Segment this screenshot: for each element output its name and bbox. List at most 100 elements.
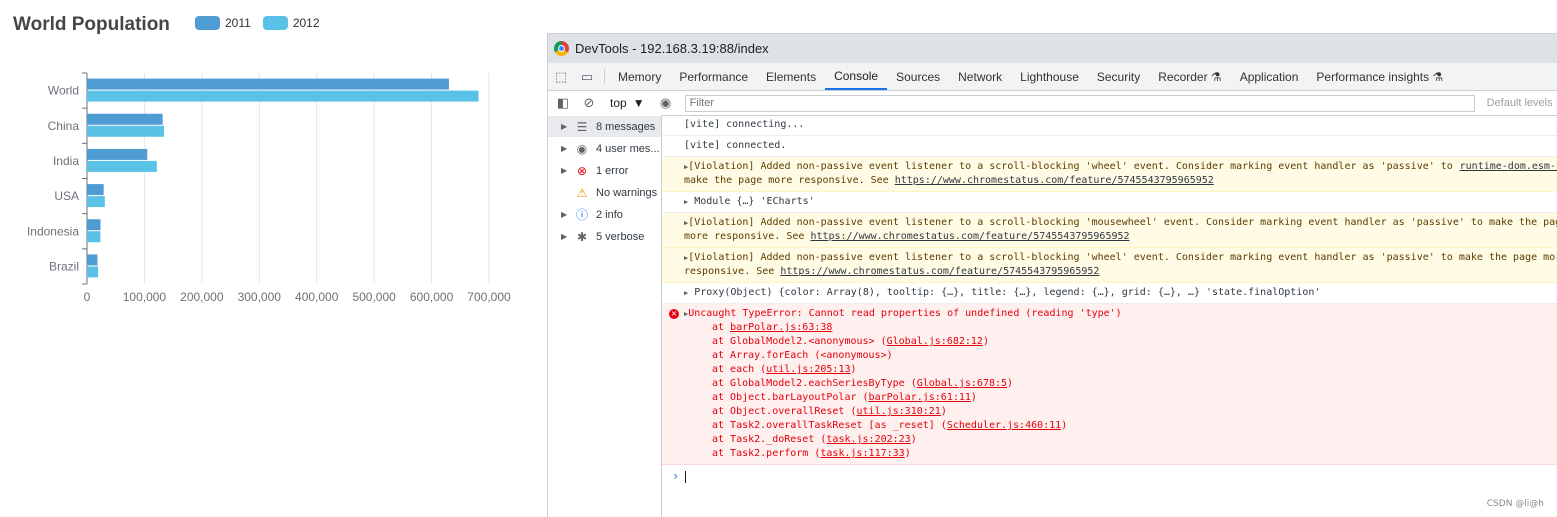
- x-tick-label: 300,000: [238, 290, 282, 304]
- stack-frame: at GlobalModel2.<anonymous> (Global.js:6…: [712, 336, 989, 347]
- sidebar-item-info[interactable]: ▶ ⓘ 2 info: [548, 204, 661, 225]
- stack-frame-text: at Task2.perform: [712, 448, 815, 459]
- user-icon: ◉: [576, 141, 588, 156]
- stack-frame-text: at Task2._doReset: [712, 434, 821, 445]
- sidebar-item-errors[interactable]: ▶ ⊗ 1 error: [548, 160, 661, 181]
- tab-lighthouse[interactable]: Lighthouse: [1011, 63, 1088, 90]
- context-value: top: [610, 96, 627, 110]
- message-text: [Violation] Added non-passive event list…: [688, 161, 1453, 172]
- error-icon: ×: [669, 309, 679, 319]
- sidebar-item-user-messages[interactable]: ▶ ◉ 4 user mes...: [548, 138, 661, 159]
- stack-frame-link[interactable]: barPolar.js:63:38: [730, 322, 832, 333]
- stack-frame-text: at Object.barLayoutPolar: [712, 392, 863, 403]
- default-levels-dropdown[interactable]: Default levels: [1487, 97, 1553, 109]
- stack-frame-link[interactable]: task.js:117:33: [820, 448, 904, 459]
- filter-input[interactable]: [684, 94, 1475, 112]
- stack-frame-link[interactable]: util.js:310:21: [857, 406, 941, 417]
- bar-2011-india[interactable]: [87, 148, 148, 160]
- stack-frame-text: at Array.forEach (<anonymous>): [712, 350, 893, 361]
- stack-frame-text: at: [712, 322, 731, 333]
- y-tick-label: India: [53, 154, 79, 168]
- stack-frame-link[interactable]: util.js:205:13: [766, 364, 850, 375]
- tab-application[interactable]: Application: [1231, 63, 1308, 90]
- expand-arrow-icon[interactable]: ▶: [684, 198, 688, 206]
- clear-console-icon[interactable]: ⊘: [578, 93, 600, 113]
- sidebar-item-verbose[interactable]: ▶ ✱ 5 verbose: [548, 226, 661, 247]
- device-toolbar-icon[interactable]: ▭: [574, 63, 600, 90]
- sidebar-item-warnings[interactable]: ⚠ No warnings: [548, 182, 661, 203]
- tab-console[interactable]: Console: [825, 63, 888, 90]
- console-violation-message[interactable]: ▶[Violation] Added non-passive event lis…: [662, 248, 1557, 283]
- bar-2012-brazil[interactable]: [87, 266, 99, 278]
- tab-performance[interactable]: Performance: [670, 63, 757, 90]
- sidebar-item-label: 1 error: [596, 164, 629, 177]
- error-stack-trace: at barPolar.js:63:38 at GlobalModel2.<ano…: [684, 321, 1557, 461]
- bar-2012-china[interactable]: [87, 125, 165, 137]
- stack-frame-text: at Task2.overallTaskReset [as _reset]: [712, 420, 941, 431]
- bar-chart: World Population 2011 2012 0 100,000 200,0…: [0, 0, 545, 516]
- warning-icon: ⚠: [576, 185, 588, 200]
- console-violation-message[interactable]: ▶[Violation] Added non-passive event lis…: [662, 157, 1557, 192]
- bar-2011-world[interactable]: [87, 78, 449, 90]
- bar-2011-indonesia[interactable]: [87, 219, 101, 231]
- bar-2012-usa[interactable]: [87, 196, 105, 208]
- message-text-line2: responsive. See: [684, 266, 781, 277]
- sidebar-item-messages[interactable]: ▶ ☰ 8 messages: [548, 116, 661, 137]
- tab-performance-insights[interactable]: Performance insights ⚗: [1307, 63, 1452, 90]
- bar-2011-brazil[interactable]: [87, 254, 98, 266]
- stack-frame-link[interactable]: task.js:202:23: [826, 434, 910, 445]
- tab-elements[interactable]: Elements: [757, 63, 825, 90]
- stack-frame: at Task2._doReset (task.js:202:23): [712, 434, 917, 445]
- message-text: [Violation] Added non-passive event list…: [688, 217, 1557, 228]
- tab-memory[interactable]: Memory: [609, 63, 670, 90]
- bar-2012-world[interactable]: [87, 90, 479, 102]
- stack-frame-link[interactable]: Global.js:682:12: [887, 336, 983, 347]
- expand-arrow-icon: ▶: [561, 144, 568, 153]
- bar-2012-india[interactable]: [87, 160, 157, 172]
- stack-frame: at Array.forEach (<anonymous>): [684, 349, 1557, 363]
- stack-frame: at Object.barLayoutPolar (barPolar.js:61…: [712, 392, 977, 403]
- console-output: [vite] connecting... [vite] connected. ▶…: [662, 115, 1557, 517]
- bar-2011-china[interactable]: [87, 113, 163, 125]
- y-tick-label: Brazil: [49, 259, 79, 273]
- expand-arrow-icon: ▶: [561, 232, 568, 241]
- message-link[interactable]: https://www.chromestatus.com/feature/574…: [895, 175, 1214, 186]
- console-error-message[interactable]: × ▶Uncaught TypeError: Cannot read proper…: [662, 304, 1557, 465]
- stack-frame-text: at GlobalModel2.eachSeriesByType: [712, 378, 911, 389]
- info-icon: ⓘ: [575, 208, 588, 222]
- tab-sources[interactable]: Sources: [887, 63, 949, 90]
- message-link[interactable]: https://www.chromestatus.com/feature/574…: [780, 266, 1099, 277]
- stack-frame-link[interactable]: Scheduler.js:460:11: [947, 420, 1061, 431]
- console-sidebar: ▶ ☰ 8 messages ▶ ◉ 4 user mes... ▶ ⊗ 1 e…: [548, 115, 662, 517]
- console-message: [vite] connected.: [662, 136, 1557, 157]
- x-tick-label: 0: [84, 290, 91, 304]
- devtools-tabbar: ⬚ ▭ Memory Performance Elements Console …: [548, 63, 1557, 91]
- inspect-element-icon[interactable]: ⬚: [548, 63, 574, 90]
- sidebar-toggle-icon[interactable]: ◧: [552, 93, 574, 113]
- eye-icon[interactable]: ◉: [655, 93, 677, 113]
- stack-frame-link[interactable]: barPolar.js:61:11: [869, 392, 971, 403]
- tab-network[interactable]: Network: [949, 63, 1011, 90]
- console-message[interactable]: ▶ Proxy(Object) {color: Array(8), toolti…: [662, 283, 1557, 304]
- console-message[interactable]: ▶ Module {…} 'ECharts': [662, 192, 1557, 213]
- message-text: Proxy(Object) {color: Array(8), tooltip:…: [694, 287, 1321, 298]
- expand-arrow-icon: ▶: [561, 166, 568, 175]
- tab-recorder[interactable]: Recorder ⚗: [1149, 63, 1230, 90]
- message-link[interactable]: https://www.chromestatus.com/feature/574…: [810, 231, 1129, 242]
- context-selector[interactable]: top ▼: [604, 96, 651, 110]
- x-tick-label: 500,000: [352, 290, 396, 304]
- bar-2011-usa[interactable]: [87, 184, 104, 196]
- stack-frame-text: at GlobalModel2.<anonymous>: [712, 336, 881, 347]
- error-icon: ⊗: [576, 163, 588, 178]
- y-tick-label: USA: [54, 189, 79, 203]
- sidebar-item-label: 2 info: [596, 208, 623, 221]
- console-violation-message[interactable]: ▶[Violation] Added non-passive event lis…: [662, 213, 1557, 248]
- console-prompt[interactable]: ›: [662, 465, 1557, 483]
- sidebar-item-label: 5 verbose: [596, 230, 645, 243]
- stack-frame-link[interactable]: Global.js:678:5: [917, 378, 1007, 389]
- expand-arrow-icon[interactable]: ▶: [684, 289, 688, 297]
- tab-security[interactable]: Security: [1088, 63, 1149, 90]
- stack-frame: at barPolar.js:63:38: [684, 321, 1557, 335]
- bar-2012-indonesia[interactable]: [87, 231, 101, 243]
- source-link[interactable]: runtime-dom.esm-b: [1460, 160, 1557, 174]
